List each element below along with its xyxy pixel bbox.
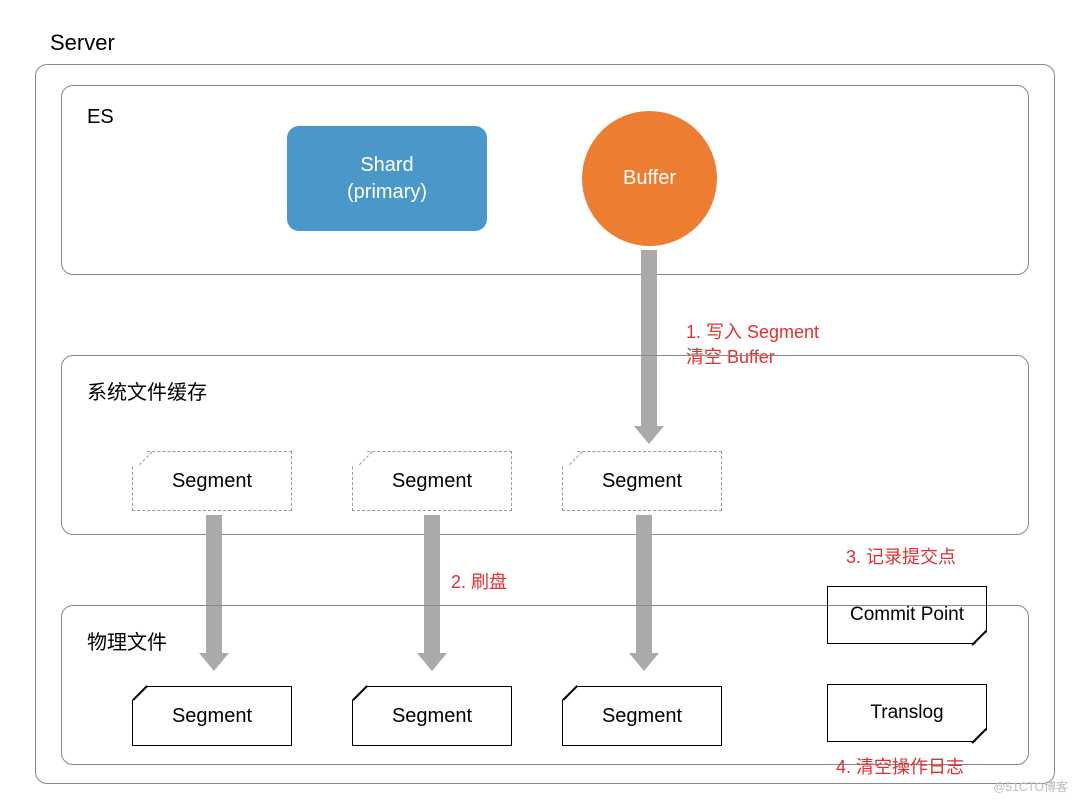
cache-label: 系统文件缓存 (87, 376, 207, 405)
buffer-node: Buffer (582, 111, 717, 246)
cache-box: 系统文件缓存 Segment Segment Segment (61, 355, 1029, 535)
note-2: 2. 刷盘 (451, 570, 507, 595)
cache-segment-2: Segment (352, 451, 512, 511)
es-box: ES Shard (primary) Buffer (61, 85, 1029, 275)
shard-line1: Shard (360, 152, 413, 179)
phys-segment-2: Segment (352, 686, 512, 746)
translog: Translog (827, 684, 987, 742)
server-container: ES Shard (primary) Buffer 1. 写入 Segment … (35, 64, 1055, 784)
server-title: Server (50, 30, 1060, 56)
note-4: 4. 清空操作日志 (836, 755, 964, 780)
es-label: ES (87, 106, 114, 129)
phys-box: 物理文件 Segment Segment Segment Commit Poin… (61, 605, 1029, 765)
note-3: 3. 记录提交点 (846, 545, 956, 570)
commit-point: Commit Point (827, 586, 987, 644)
cache-segment-1: Segment (132, 451, 292, 511)
watermark: @51CTO博客 (993, 778, 1068, 795)
cache-segment-3: Segment (562, 451, 722, 511)
phys-label: 物理文件 (87, 626, 167, 655)
phys-segment-1: Segment (132, 686, 292, 746)
shard-node: Shard (primary) (287, 126, 487, 231)
phys-segment-3: Segment (562, 686, 722, 746)
shard-line2: (primary) (347, 179, 427, 206)
